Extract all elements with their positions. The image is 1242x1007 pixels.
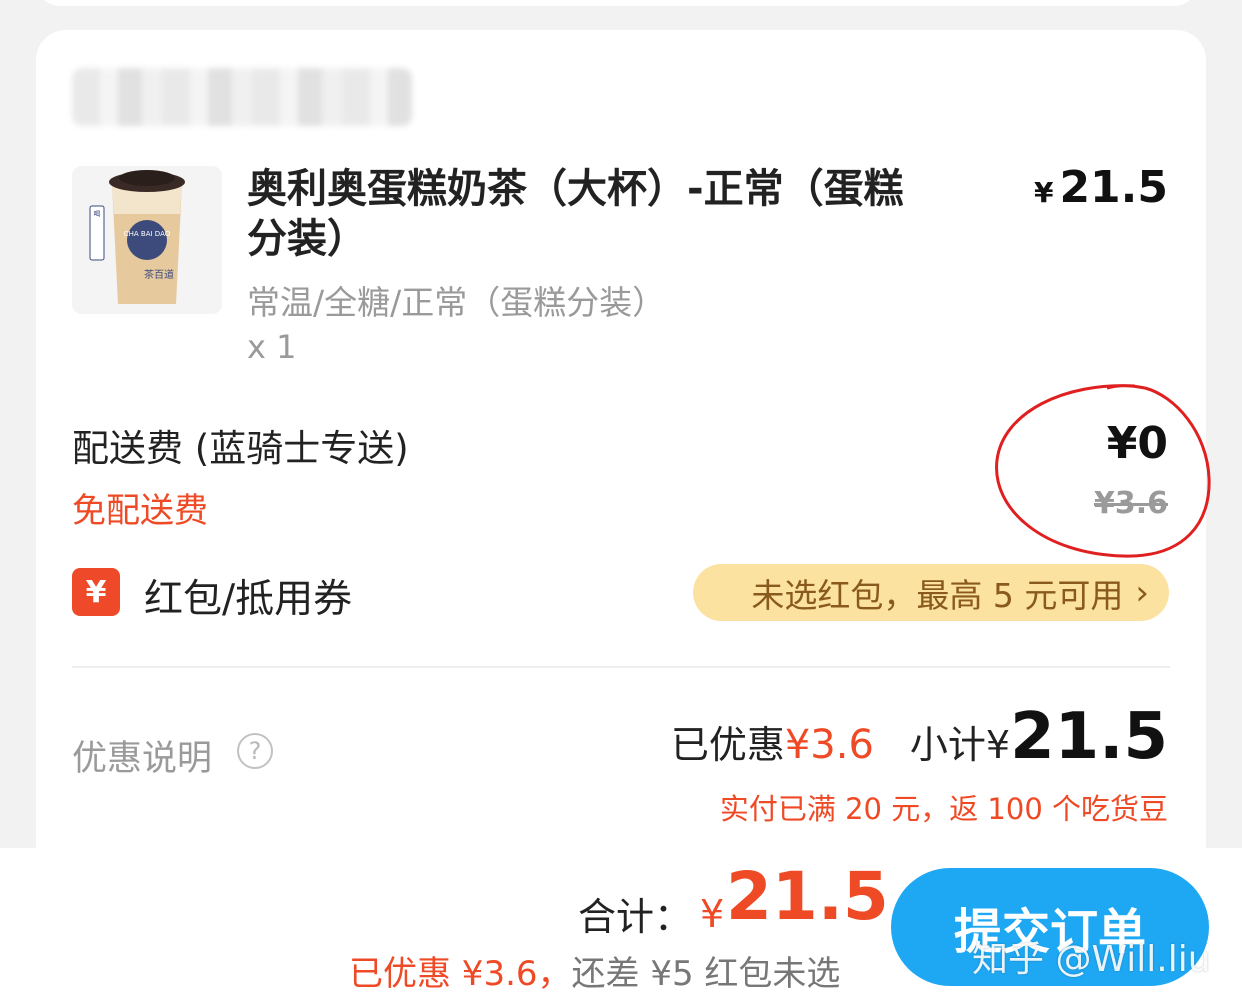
coupon-select-button[interactable]: 未选红包，最高 5 元可用 › [693, 564, 1169, 621]
total-discount: 已优惠 ¥3.6， [349, 954, 572, 994]
product-quantity: x 1 [247, 328, 297, 366]
coupon-pill-text: 未选红包，最高 5 元可用 [751, 575, 1124, 615]
product-title: 奥利奥蛋糕奶茶（大杯）-正常（蛋糕分装） [247, 166, 904, 262]
total-discount-note: 已优惠 ¥3.6，还差 ¥5 红包未选 [349, 946, 840, 995]
svg-text:喝: 喝 [94, 210, 101, 218]
chevron-right-icon: › [1135, 572, 1149, 613]
total-label: 合计： [578, 895, 693, 939]
svg-text:CHA BAI DAO: CHA BAI DAO [124, 230, 171, 238]
delivery-fee-original: ¥3.6 [1093, 486, 1168, 521]
subtotal-value: 21.5 [1010, 700, 1168, 774]
promo-note-link[interactable]: 优惠说明 [72, 730, 212, 781]
subtotal-currency: ¥ [985, 723, 1011, 767]
watermark: 知乎 @Will.liu [972, 939, 1211, 980]
cashback-note: 实付已满 20 元，返 100 个吃货豆 [719, 792, 1168, 826]
divider [72, 666, 1170, 668]
total-remaining: 还差 ¥5 红包未选 [571, 954, 841, 994]
product-spec: 常温/全糖/正常（蛋糕分装） [247, 283, 666, 322]
subtotal-label: 小计 [909, 723, 986, 767]
product-image: CHA BAI DAO 喝 茶百道 [72, 166, 222, 314]
previous-card-edge [36, 0, 1198, 6]
delivery-fee-price: ¥0 [1106, 418, 1168, 469]
store-name-blurred [72, 68, 412, 126]
total-value: 21.5 [726, 858, 889, 935]
delivery-fee-label: 配送费 (蓝骑士专送) [72, 427, 409, 470]
delivery-free-badge: 免配送费 [72, 491, 208, 531]
total-currency: ¥ [700, 892, 725, 936]
discount-value: ¥3.6 [784, 722, 874, 768]
help-icon[interactable]: ? [237, 733, 273, 769]
product-price-value: 21.5 [1059, 162, 1168, 213]
order-summary: 已优惠¥3.6 小计¥21.5 [671, 700, 1168, 774]
svg-text:茶百道: 茶百道 [144, 268, 174, 281]
discount-label: 已优惠 [670, 723, 785, 767]
coupon-icon: ¥ [72, 568, 120, 616]
currency-symbol: ¥ [1033, 176, 1054, 209]
coupon-label: 红包/抵用券 [144, 577, 353, 622]
product-price: ¥21.5 [1034, 162, 1168, 213]
